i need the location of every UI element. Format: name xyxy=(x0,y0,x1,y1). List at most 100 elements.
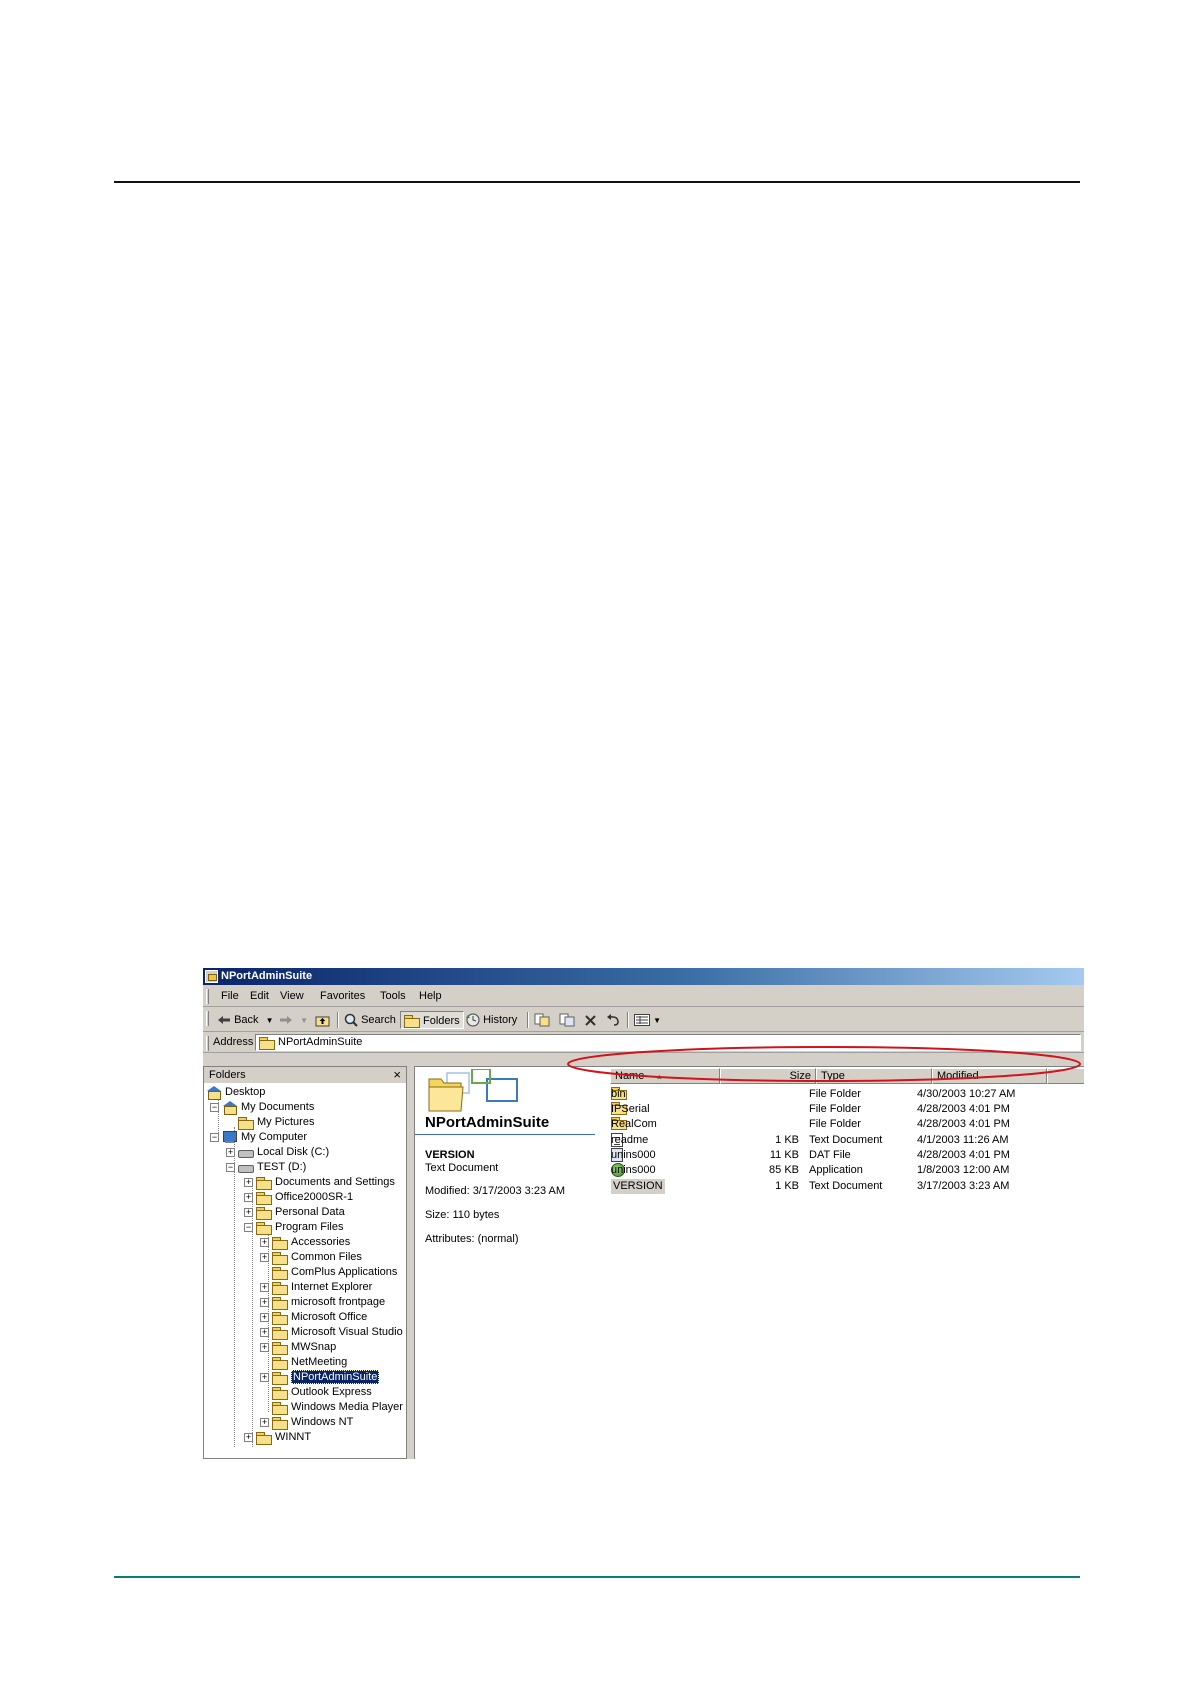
file-size: 1 KB xyxy=(775,1180,799,1192)
views-dropdown-icon[interactable]: ▼ xyxy=(653,1016,661,1025)
expand-icon[interactable]: + xyxy=(260,1373,269,1382)
tree-item-windows-media-player[interactable]: Windows Media Player xyxy=(260,1400,403,1415)
collapse-icon[interactable]: − xyxy=(226,1163,235,1172)
expand-icon[interactable]: + xyxy=(260,1253,269,1262)
file-row-bin[interactable]: bin File Folder 4/30/2003 10:27 AM xyxy=(611,1087,1081,1102)
menu-view[interactable]: View xyxy=(280,990,304,1002)
expand-icon[interactable]: + xyxy=(260,1298,269,1307)
pane-splitter[interactable] xyxy=(407,1066,414,1459)
folder-icon xyxy=(256,1191,272,1205)
delete-icon xyxy=(585,1014,596,1026)
file-row-unins000-exe[interactable]: unins000 85 KB Application 1/8/2003 12:0… xyxy=(611,1163,1081,1178)
address-label: Address xyxy=(213,1036,254,1048)
addressbar-grip[interactable] xyxy=(206,1036,209,1051)
address-input[interactable]: NPortAdminSuite xyxy=(255,1034,1081,1051)
tree-item-my-pictures[interactable]: My Pictures xyxy=(226,1115,314,1130)
title-bar[interactable]: NPortAdminSuite xyxy=(203,968,1084,985)
move-to-button[interactable] xyxy=(534,1011,550,1029)
search-button[interactable]: Search xyxy=(344,1011,396,1029)
tree-item-common-files[interactable]: + Common Files xyxy=(260,1250,362,1265)
expand-icon[interactable]: + xyxy=(244,1178,253,1187)
undo-button[interactable] xyxy=(606,1011,621,1029)
folder-icon xyxy=(272,1266,288,1280)
file-row-readme[interactable]: readme 1 KB Text Document 4/1/2003 11:26… xyxy=(611,1133,1081,1148)
forward-button[interactable]: ▼ xyxy=(279,1011,308,1029)
back-arrow-icon xyxy=(218,1016,230,1025)
up-folder-button[interactable] xyxy=(315,1011,330,1029)
column-header-size[interactable]: Size xyxy=(720,1068,816,1084)
tree-item-winnt[interactable]: + WINNT xyxy=(244,1430,311,1445)
file-name: IPSerial xyxy=(611,1103,650,1115)
menu-edit[interactable]: Edit xyxy=(250,990,269,1002)
file-row-unins000-dat[interactable]: unins000 11 KB DAT File 4/28/2003 4:01 P… xyxy=(611,1148,1081,1163)
column-header-name[interactable]: Name ▲ xyxy=(610,1068,720,1084)
tree-item-office2000sr-1[interactable]: + Office2000SR-1 xyxy=(244,1190,353,1205)
tree-item-label: Windows NT xyxy=(291,1416,354,1428)
tree-item-program-files[interactable]: − Program Files xyxy=(244,1220,343,1235)
menu-favorites[interactable]: Favorites xyxy=(320,990,365,1002)
folder-icon xyxy=(272,1416,288,1430)
back-button[interactable]: Back ▼ xyxy=(217,1011,274,1029)
tree-item-local-disk-c[interactable]: + Local Disk (C:) xyxy=(226,1145,329,1160)
tree-item-netmeeting[interactable]: NetMeeting xyxy=(260,1355,347,1370)
file-row-realcom[interactable]: RealCom File Folder 4/28/2003 4:01 PM xyxy=(611,1117,1081,1132)
tree-item-microsoft-frontpage[interactable]: + microsoft frontpage xyxy=(260,1295,385,1310)
tree-item-label: TEST (D:) xyxy=(257,1161,307,1173)
tree-item-label: Common Files xyxy=(291,1251,362,1263)
folders-button[interactable]: Folders xyxy=(400,1011,464,1029)
webview-size: Size: 110 bytes xyxy=(425,1209,500,1221)
expand-icon[interactable]: + xyxy=(260,1343,269,1352)
tree-item-label: Local Disk (C:) xyxy=(257,1146,330,1158)
forward-arrow-icon xyxy=(280,1016,292,1025)
collapse-icon[interactable]: − xyxy=(210,1133,219,1142)
menubar-grip[interactable] xyxy=(206,989,209,1004)
delete-button[interactable] xyxy=(584,1011,597,1029)
expand-icon[interactable]: + xyxy=(260,1418,269,1427)
copy-to-button[interactable] xyxy=(559,1011,575,1029)
expand-icon[interactable]: + xyxy=(260,1313,269,1322)
collapse-icon[interactable]: − xyxy=(210,1103,219,1112)
file-row-version[interactable]: VERSION 1 KB Text Document 3/17/2003 3:2… xyxy=(611,1179,1081,1194)
menu-help[interactable]: Help xyxy=(419,990,442,1002)
tree-item-windows-nt[interactable]: + Windows NT xyxy=(260,1415,353,1430)
file-modified: 4/28/2003 4:01 PM xyxy=(917,1103,1010,1115)
column-header-modified[interactable]: Modified xyxy=(932,1068,1047,1084)
tree-item-desktop[interactable]: Desktop xyxy=(206,1085,265,1100)
menu-tools[interactable]: Tools xyxy=(380,990,406,1002)
tree-item-outlook-express[interactable]: Outlook Express xyxy=(260,1385,372,1400)
tree-item-nportadminsuite[interactable]: + NPortAdminSuite xyxy=(260,1370,380,1385)
forward-dropdown-icon[interactable]: ▼ xyxy=(300,1016,308,1025)
column-header-type[interactable]: Type xyxy=(816,1068,932,1084)
tree-item-mwsnap[interactable]: + MWSnap xyxy=(260,1340,336,1355)
tree-item-complus-applications[interactable]: ComPlus Applications xyxy=(260,1265,397,1280)
expand-icon[interactable]: + xyxy=(260,1328,269,1337)
file-modified: 4/30/2003 10:27 AM xyxy=(917,1088,1016,1100)
toolbar-grip[interactable] xyxy=(206,1011,209,1026)
tree-item-accessories[interactable]: + Accessories xyxy=(260,1235,350,1250)
close-icon[interactable]: × xyxy=(393,1067,401,1082)
expand-icon[interactable]: + xyxy=(260,1283,269,1292)
tree-item-internet-explorer[interactable]: + Internet Explorer xyxy=(260,1280,372,1295)
tree-item-test-d[interactable]: − TEST (D:) xyxy=(226,1160,306,1175)
views-button[interactable]: ▼ xyxy=(634,1011,661,1029)
file-name: readme xyxy=(611,1134,649,1146)
explorer-app-icon xyxy=(205,970,218,983)
expand-icon[interactable]: + xyxy=(226,1148,235,1157)
tree-item-microsoft-office[interactable]: + Microsoft Office xyxy=(260,1310,367,1325)
tree-item-microsoft-visual-studio[interactable]: + Microsoft Visual Studio xyxy=(260,1325,403,1340)
tree-item-my-documents[interactable]: − My Documents xyxy=(210,1100,314,1115)
back-dropdown-icon[interactable]: ▼ xyxy=(266,1016,274,1025)
folder-icon xyxy=(272,1401,288,1415)
tree-item-documents-and-settings[interactable]: + Documents and Settings xyxy=(244,1175,395,1190)
expand-icon[interactable]: + xyxy=(244,1208,253,1217)
tree-item-my-computer[interactable]: − My Computer xyxy=(210,1130,307,1145)
expand-icon[interactable]: + xyxy=(244,1193,253,1202)
collapse-icon[interactable]: − xyxy=(244,1223,253,1232)
tree-item-personal-data[interactable]: + Personal Data xyxy=(244,1205,345,1220)
history-button[interactable]: History xyxy=(465,1011,517,1029)
expand-icon[interactable]: + xyxy=(244,1433,253,1442)
tree-item-label: NetMeeting xyxy=(291,1356,348,1368)
menu-file[interactable]: File xyxy=(221,990,239,1002)
file-row-ipserial[interactable]: IPSerial File Folder 4/28/2003 4:01 PM xyxy=(611,1102,1081,1117)
expand-icon[interactable]: + xyxy=(260,1238,269,1247)
